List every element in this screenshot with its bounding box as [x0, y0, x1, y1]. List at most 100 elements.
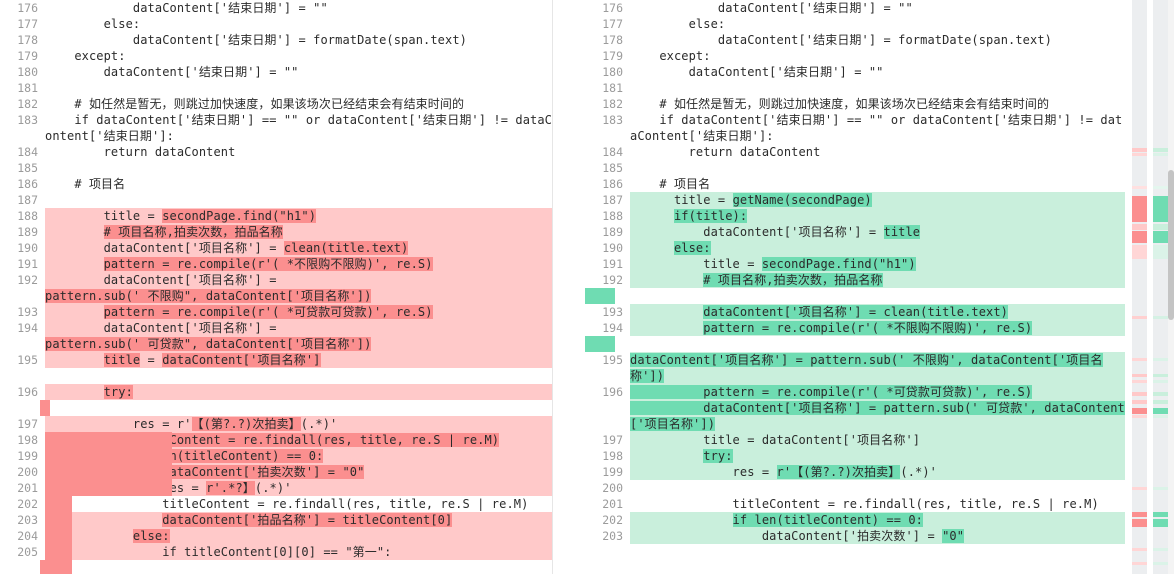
code-line-row[interactable]: 194 dataContent['项目名称'] = pattern.sub(' … [0, 320, 552, 352]
code-line-row[interactable]: 177 else: [585, 16, 1125, 32]
diff-minimap[interactable] [1126, 0, 1174, 574]
code-line-row[interactable]: 200 [585, 480, 1125, 496]
code-line-row[interactable]: 196 try: [0, 384, 552, 400]
code-line-text[interactable]: if dataContent['结束日期'] == "" or dataCont… [630, 112, 1125, 144]
code-line-row[interactable]: 190 else: [585, 240, 1125, 256]
code-line-text[interactable]: # 如任然是暂无，则跳过加快速度，如果该场次已经结束会有结束时间的 [630, 96, 1125, 112]
code-line-text[interactable]: if len(titleContent) == 0: [45, 448, 552, 464]
vertical-scrollbar-track[interactable] [1168, 0, 1174, 574]
code-line-row[interactable]: 191 title = secondPage.find("h1") [585, 256, 1125, 272]
code-line-row[interactable]: 183 if dataContent['结束日期'] == "" or data… [585, 112, 1125, 144]
code-line-row[interactable]: 176 dataContent['结束日期'] = "" [585, 0, 1125, 16]
code-line-row[interactable]: 180 dataContent['结束日期'] = "" [0, 64, 552, 80]
code-line-text[interactable]: try: [45, 384, 552, 400]
code-line-text[interactable]: pattern = re.compile(r'( *不限购不限购)', re.S… [45, 256, 552, 272]
code-line-text[interactable]: pattern = re.compile(r'( *可贷款可贷款)', re.S… [630, 384, 1125, 432]
code-line-row[interactable]: 178 dataContent['结束日期'] = formatDate(spa… [0, 32, 552, 48]
code-line-row[interactable]: 192 # 项目名称,拍卖次数，拍品名称 [585, 272, 1125, 288]
code-line-row[interactable]: 179 except: [0, 48, 552, 64]
code-line-text[interactable]: # 如任然是暂无，则跳过加快速度，如果该场次已经结束会有结束时间的 [45, 96, 552, 112]
code-line-text[interactable]: if(title): [630, 208, 1125, 224]
code-line-row[interactable]: 187 [0, 192, 552, 208]
code-line-row[interactable]: 179 except: [585, 48, 1125, 64]
code-line-text[interactable]: title = secondPage.find("h1") [45, 208, 552, 224]
code-line-text[interactable]: titleContent = re.findall(res, title, re… [45, 496, 552, 512]
code-line-row[interactable]: 186 # 项目名 [585, 176, 1125, 192]
code-line-text[interactable]: dataContent['结束日期'] = "" [630, 0, 1125, 16]
code-line-row[interactable]: 176 dataContent['结束日期'] = "" [0, 0, 552, 16]
code-line-row[interactable] [0, 400, 552, 416]
code-line-text[interactable]: dataContent['项目名称'] = clean(title.text) [45, 240, 552, 256]
code-line-row[interactable]: 182 # 如任然是暂无，则跳过加快速度，如果该场次已经结束会有结束时间的 [585, 96, 1125, 112]
code-line-text[interactable]: dataContent['结束日期'] = "" [630, 64, 1125, 80]
code-line-row[interactable]: 199 res = r'【(第?.?)次拍卖】(.*)' [585, 464, 1125, 480]
code-line-row[interactable]: 193 dataContent['项目名称'] = clean(title.te… [585, 304, 1125, 320]
code-line-text[interactable]: title = getName(secondPage) [630, 192, 1125, 208]
code-line-row[interactable]: 203 dataContent['拍品名称'] = titleContent[0… [0, 512, 552, 528]
code-line-row[interactable] [585, 288, 1125, 304]
code-line-text[interactable]: # 项目名 [45, 176, 552, 192]
code-line-row[interactable]: 201 res = r'.*?】(.*)' [0, 480, 552, 496]
code-line-row[interactable]: 184 return dataContent [0, 144, 552, 160]
code-line-text[interactable]: # 项目名称,拍卖次数，拍品名称 [45, 224, 552, 240]
code-line-text[interactable]: dataContent['结束日期'] = "" [45, 64, 552, 80]
code-line-row[interactable]: 199 if len(titleContent) == 0: [0, 448, 552, 464]
code-line-text[interactable]: if titleContent[0][0] == "第一": [45, 544, 552, 560]
code-line-row[interactable]: 178 dataContent['结束日期'] = formatDate(spa… [585, 32, 1125, 48]
code-line-row[interactable]: 197 res = r'【(第?.?)次拍卖】(.*)' [0, 416, 552, 432]
code-line-text[interactable]: dataContent['项目名称'] = pattern.sub(' 不限购'… [630, 352, 1125, 384]
code-line-row[interactable]: 186 # 项目名 [0, 176, 552, 192]
code-line-row[interactable]: 190 dataContent['项目名称'] = clean(title.te… [0, 240, 552, 256]
code-line-text[interactable]: dataContent['拍卖次数'] = "0" [45, 464, 552, 480]
code-line-text[interactable]: pattern = re.compile(r'( *可贷款可贷款)', re.S… [45, 304, 552, 320]
code-line-row[interactable]: 185 [585, 160, 1125, 176]
code-line-row[interactable]: 189 dataContent['项目名称'] = title [585, 224, 1125, 240]
code-line-row[interactable]: 185 [0, 160, 552, 176]
code-line-text[interactable]: title = dataContent['项目名称'] [630, 432, 1125, 448]
code-line-row[interactable]: 202 titleContent = re.findall(res, title… [0, 496, 552, 512]
code-line-row[interactable]: 192 dataContent['项目名称'] = pattern.sub(' … [0, 272, 552, 304]
code-line-text[interactable]: dataContent['拍品名称'] = titleContent[0] [45, 512, 552, 528]
code-line-text[interactable]: dataContent['项目名称'] = clean(title.text) [630, 304, 1125, 320]
diff-pane-left[interactable]: 176 dataContent['结束日期'] = "" 177 else: 178… [0, 0, 552, 574]
code-line-row[interactable]: 182 # 如任然是暂无，则跳过加快速度，如果该场次已经结束会有结束时间的 [0, 96, 552, 112]
code-line-row[interactable] [0, 368, 552, 384]
code-line-text[interactable]: dataContent['项目名称'] = pattern.sub(' 可贷款"… [45, 320, 552, 352]
code-line-row[interactable]: 188 title = secondPage.find("h1") [0, 208, 552, 224]
code-line-text[interactable]: except: [630, 48, 1125, 64]
code-line-text[interactable]: if dataContent['结束日期'] == "" or dataCont… [45, 112, 552, 144]
code-line-text[interactable]: else: [45, 16, 552, 32]
vertical-scrollbar-thumb[interactable] [1168, 170, 1174, 320]
code-line-text[interactable]: if len(titleContent) == 0: [630, 512, 1125, 528]
code-line-text[interactable]: except: [45, 48, 552, 64]
code-line-row[interactable]: 193 pattern = re.compile(r'( *可贷款可贷款)', … [0, 304, 552, 320]
code-line-text[interactable]: title = secondPage.find("h1") [630, 256, 1125, 272]
code-line-row[interactable]: 198 titleContent = re.findall(res, title… [0, 432, 552, 448]
code-line-text[interactable]: dataContent['项目名称'] = title [630, 224, 1125, 240]
code-line-text[interactable]: else: [630, 16, 1125, 32]
code-line-text[interactable]: dataContent['项目名称'] = pattern.sub(' 不限购"… [45, 272, 552, 304]
code-line-row[interactable]: 200 dataContent['拍卖次数'] = "0" [0, 464, 552, 480]
code-line-text[interactable]: pattern = re.compile(r'( *不限购不限购)', re.S… [630, 320, 1125, 336]
code-line-text[interactable]: # 项目名 [630, 176, 1125, 192]
code-line-row[interactable]: 183 if dataContent['结束日期'] == "" or data… [0, 112, 552, 144]
code-line-row[interactable]: 187 title = getName(secondPage) [585, 192, 1125, 208]
code-line-text[interactable]: return dataContent [630, 144, 1125, 160]
code-line-text[interactable]: # 项目名称,拍卖次数，拍品名称 [630, 272, 1125, 288]
code-line-text[interactable]: res = r'【(第?.?)次拍卖】(.*)' [630, 464, 1125, 480]
code-line-row[interactable]: 204 else: [0, 528, 552, 544]
code-line-row[interactable]: 202 if len(titleContent) == 0: [585, 512, 1125, 528]
code-line-row[interactable]: 195 title = dataContent['项目名称'] [0, 352, 552, 368]
code-line-row[interactable]: 195 dataContent['项目名称'] = pattern.sub(' 不… [585, 352, 1125, 384]
code-line-row[interactable]: 198 try: [585, 448, 1125, 464]
code-line-row[interactable]: 181 [585, 80, 1125, 96]
code-line-text[interactable]: title = dataContent['项目名称'] [45, 352, 552, 368]
code-line-row[interactable]: 177 else: [0, 16, 552, 32]
code-line-row[interactable]: 203 dataContent['拍卖次数'] = "0" [585, 528, 1125, 544]
code-line-row[interactable]: 184 return dataContent [585, 144, 1125, 160]
code-line-row[interactable]: 181 [0, 80, 552, 96]
code-line-text[interactable]: return dataContent [45, 144, 552, 160]
code-line-text[interactable]: dataContent['结束日期'] = formatDate(span.te… [630, 32, 1125, 48]
code-line-row[interactable]: 194 pattern = re.compile(r'( *不限购不限购)', … [585, 320, 1125, 336]
code-line-text[interactable]: res = r'【(第?.?)次拍卖】(.*)' [45, 416, 552, 432]
